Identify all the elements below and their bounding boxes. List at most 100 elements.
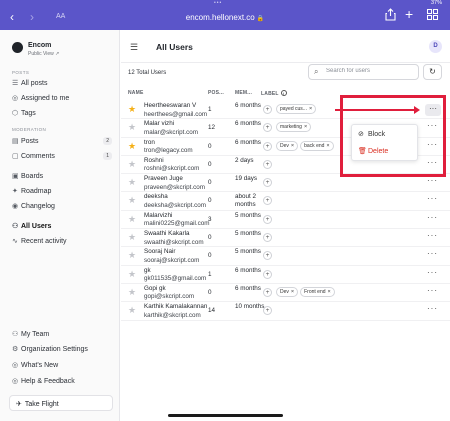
team-icon: ⚇ (12, 331, 19, 338)
user-name[interactable]: Roshni (144, 157, 227, 164)
block-menu-item[interactable]: ⊘ Block (358, 130, 385, 138)
sidebar-item-my-team[interactable]: ⚇ My Team (12, 330, 112, 342)
sidebar-item-whats-new[interactable]: ◎ What's New (12, 361, 112, 373)
star-icon[interactable]: ★ (128, 196, 136, 205)
star-icon[interactable]: ★ (128, 178, 136, 187)
remove-label-icon[interactable]: × (291, 143, 294, 149)
row-actions-button-active[interactable]: ··· (425, 104, 441, 116)
row-actions-button[interactable]: ··· (427, 304, 438, 313)
add-label-button[interactable]: + (263, 233, 272, 243)
remove-label-icon[interactable]: × (304, 124, 307, 130)
share-icon[interactable] (385, 8, 396, 23)
address-bar[interactable]: encom.hellonext.co 🔒 (0, 13, 450, 22)
add-label-button[interactable]: + (263, 214, 272, 224)
table-row[interactable]: ★ Gopi gk gopi@skcript.com 0 6 months + Dev × Fr… (121, 284, 450, 303)
table-row[interactable]: ★ deeksha deeksha@skcript.com 0 about 2 mont… (121, 192, 450, 211)
user-member-since: 2 days (235, 156, 254, 164)
user-email: heerthees@gmail.com (144, 110, 208, 118)
row-actions-button[interactable]: ··· (427, 194, 438, 203)
remove-label-icon[interactable]: × (291, 289, 294, 295)
row-actions-button[interactable]: ··· (427, 286, 438, 295)
row-actions-button[interactable]: ··· (427, 268, 438, 277)
row-actions-button[interactable]: ··· (427, 176, 438, 185)
add-label-button[interactable]: + (263, 269, 272, 279)
add-label-button[interactable]: + (263, 123, 272, 133)
add-label-button[interactable]: + (263, 251, 272, 261)
label-chip: payed cus... × (276, 104, 317, 114)
star-icon[interactable]: ★ (128, 306, 136, 315)
info-icon[interactable]: i (280, 90, 287, 96)
star-icon[interactable]: ★ (128, 159, 136, 169)
add-label-button[interactable]: + (263, 159, 272, 169)
add-label-button[interactable]: + (263, 306, 272, 316)
add-label-button[interactable]: + (263, 196, 272, 206)
public-view-link[interactable]: Public View ↗ (28, 51, 59, 57)
sidebar-item-all-users[interactable]: ⚇ All Users (12, 222, 112, 234)
table-row[interactable]: ★ Swaathi Kakarla swaathi@skcript.com 0 5 mo… (121, 229, 450, 248)
star-icon[interactable]: ★ (128, 141, 136, 151)
star-icon[interactable]: ★ (128, 287, 136, 297)
sidebar-item-all-posts[interactable]: ☰ All posts (12, 79, 112, 91)
table-row[interactable]: ★ Sooraj Nair sooraj@skcript.com 0 5 months +… (121, 247, 450, 266)
multitask-dots[interactable]: ••• (214, 0, 222, 6)
search-box[interactable]: ⌕ (308, 64, 419, 80)
sidebar-item-assigned[interactable]: ◎ Assigned to me (12, 94, 112, 106)
add-label-button[interactable]: + (263, 141, 272, 151)
remove-label-icon[interactable]: × (326, 143, 329, 149)
star-icon[interactable]: ★ (128, 214, 136, 224)
delete-menu-item[interactable]: 🗑Delete (358, 147, 388, 155)
column-name[interactable]: NAME (128, 90, 144, 96)
row-actions-button[interactable]: ··· (427, 249, 438, 258)
user-name[interactable]: deeksha (144, 193, 227, 200)
star-icon[interactable]: ★ (128, 105, 136, 114)
sidebar-item-tags[interactable]: ⬡ Tags (12, 109, 112, 121)
board-icon: ▣ (12, 173, 19, 180)
remove-label-icon[interactable]: × (328, 289, 331, 295)
column-member[interactable]: MEM... (235, 90, 252, 96)
star-icon[interactable]: ★ (128, 123, 136, 132)
section-moderation: MODERATION (12, 127, 47, 132)
sidebar-item-changelog[interactable]: ◉ Changelog (12, 202, 112, 214)
table-row[interactable]: ★ Karthik Kamalakannan karthik@skcript.com… (121, 302, 450, 321)
sidebar-item-comments[interactable]: ▢ Comments 1 (12, 152, 112, 164)
user-name[interactable]: Gopi gk (144, 285, 227, 292)
star-icon[interactable]: ★ (128, 269, 136, 279)
add-label-button[interactable]: + (263, 105, 272, 114)
sidebar-item-roadmap[interactable]: ✦ Roadmap (12, 187, 112, 199)
user-posts-count: 1 (208, 270, 212, 278)
refresh-button[interactable]: ↻ (423, 64, 442, 80)
user-name[interactable]: Heertheeswaran V (144, 102, 227, 109)
column-posts[interactable]: POS... (208, 90, 224, 96)
row-actions-button[interactable]: ··· (427, 231, 438, 240)
sidebar-item-org-settings[interactable]: ⚙ Organization Settings (12, 345, 112, 357)
user-member-since: 6 months (235, 102, 261, 109)
table-row[interactable]: ★ Malarvizhi malini0225@gmail.com 3 5 months… (121, 211, 450, 230)
remove-label-icon[interactable]: × (309, 106, 312, 112)
user-name[interactable]: Malarvizhi (144, 212, 227, 219)
row-actions-button[interactable]: ··· (427, 213, 438, 222)
column-label[interactable]: LABEL i (261, 90, 287, 97)
search-input[interactable] (326, 68, 414, 74)
table-row[interactable]: ★ gk gk011535@gmail.com 1 6 months + ··· (121, 266, 450, 284)
sidebar-item-mod-posts[interactable]: ▤ Posts 2 (12, 137, 112, 149)
user-name[interactable]: Sooraj Nair (144, 248, 227, 255)
avatar[interactable]: D (429, 40, 442, 53)
user-name[interactable]: Praveen Juge (144, 175, 227, 182)
star-icon[interactable]: ★ (128, 251, 136, 260)
menu-toggle-icon[interactable]: ☰ (130, 42, 138, 53)
sidebar-item-help[interactable]: ◎ Help & Feedback (12, 377, 112, 389)
user-posts-count: 0 (208, 288, 212, 296)
user-email: malini0225@gmail.com (144, 220, 210, 228)
tabs-grid-icon[interactable] (427, 9, 438, 22)
brand-name: Encom (28, 42, 52, 49)
sidebar-item-recent-activity[interactable]: ∿ Recent activity (12, 237, 112, 249)
user-name[interactable]: gk (144, 267, 227, 274)
take-flight-button[interactable]: ✈ Take Flight (9, 395, 113, 411)
add-label-button[interactable]: + (263, 287, 272, 297)
star-icon[interactable]: ★ (128, 233, 136, 242)
user-name[interactable]: tron (144, 139, 227, 146)
user-name[interactable]: Swaathi Kakarla (144, 230, 227, 237)
sidebar-item-boards[interactable]: ▣ Boards (12, 172, 112, 184)
new-tab-icon[interactable]: + (405, 7, 413, 21)
add-label-button[interactable]: + (263, 178, 272, 188)
